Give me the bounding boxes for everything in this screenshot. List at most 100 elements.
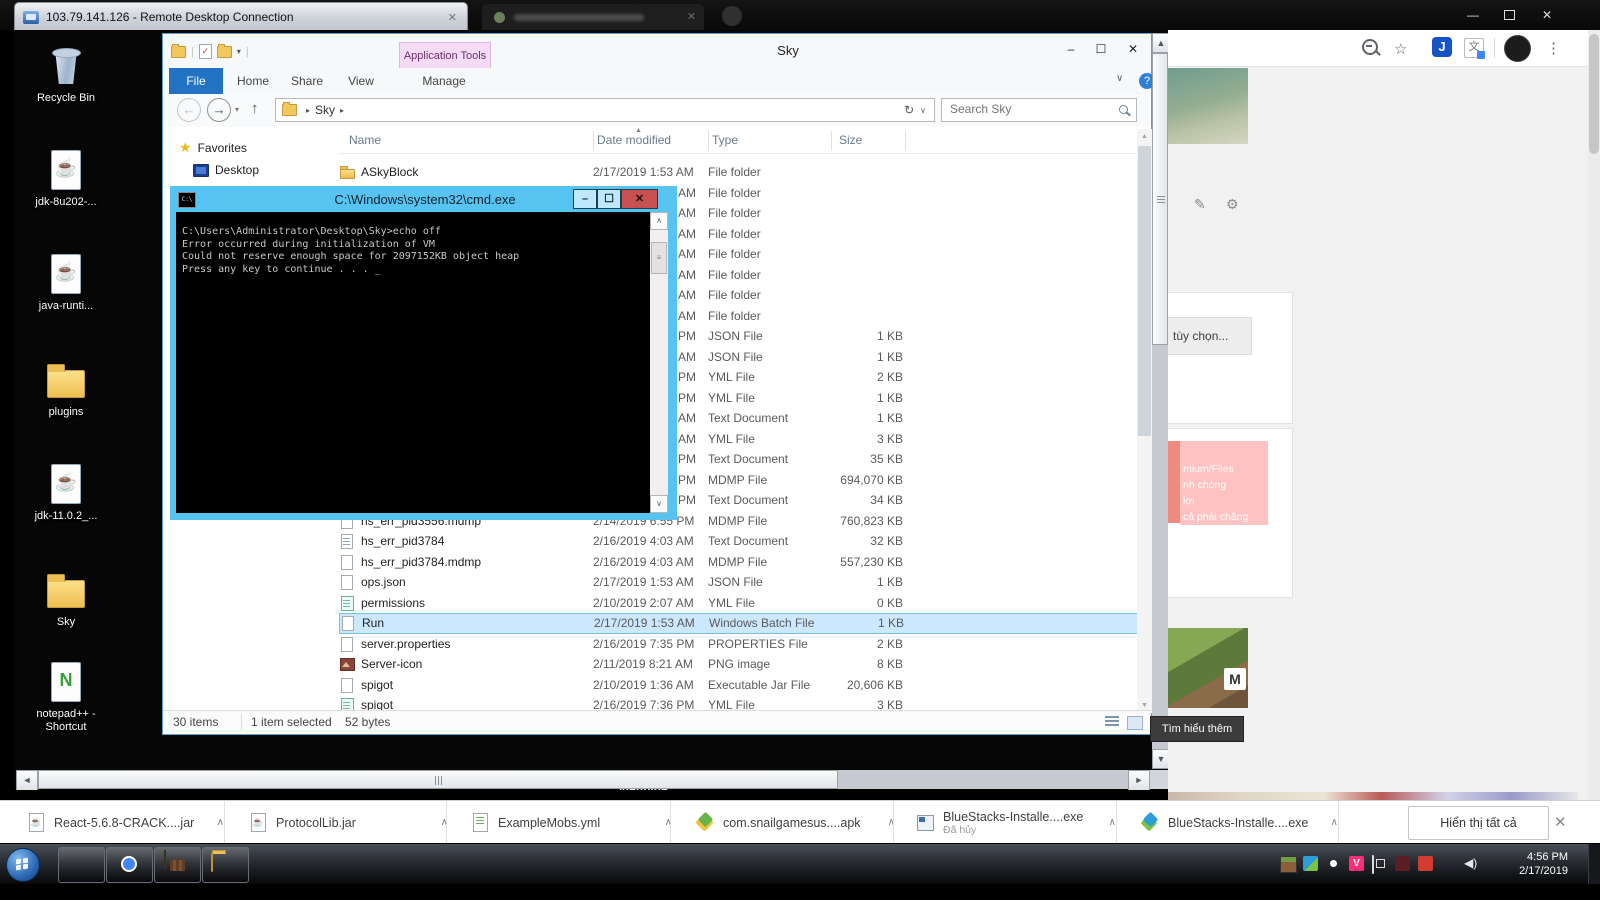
cmd-minimize-button[interactable]: – — [573, 189, 597, 209]
speaker-tray-icon[interactable]: ◀) — [1464, 856, 1479, 871]
taskbar-chrome-button[interactable] — [106, 847, 153, 883]
scroll-up-icon[interactable]: ▲ — [1137, 129, 1152, 144]
folder-icon[interactable] — [217, 46, 232, 58]
window-restore-button[interactable] — [1492, 4, 1526, 26]
address-dropdown-icon[interactable]: ∨ — [920, 106, 926, 115]
tab-file[interactable]: File — [169, 68, 223, 94]
search-box[interactable] — [941, 98, 1137, 122]
console-scrollbar-thumb[interactable]: ≡ — [651, 242, 667, 274]
bookmark-star-icon[interactable]: ☆ — [1394, 40, 1407, 58]
table-row[interactable]: Server-icon2/11/2019 8:21 AMPNG image8 K… — [339, 654, 1139, 675]
scroll-up-icon[interactable]: ▲ — [1152, 33, 1168, 53]
bluestacks-tray-icon[interactable] — [1303, 856, 1318, 871]
file-list-scrollbar-thumb[interactable] — [1138, 146, 1151, 436]
start-button[interactable] — [6, 848, 40, 882]
desktop-icon-recycle-bin[interactable]: Recycle Bin — [26, 44, 106, 105]
table-row[interactable]: ASkyBlock2/17/2019 1:53 AMFile folder — [339, 162, 1139, 183]
column-divider[interactable] — [905, 131, 906, 151]
column-header-date[interactable]: Date modified — [597, 133, 671, 147]
rdp-horizontal-scrollbar[interactable]: ◄ ► — [16, 770, 1150, 789]
crumb-arrow-icon[interactable]: ▸ — [306, 106, 310, 115]
zoom-icon[interactable] — [1362, 39, 1378, 55]
table-row[interactable]: permissions2/10/2019 2:07 AMYML File0 KB — [339, 593, 1139, 614]
rdp-title-bar[interactable]: 103.79.141.126 - Remote Desktop Connecti… — [14, 2, 468, 31]
desktop-icon-jdk-11-0-2[interactable]: jdk-11.0.2_... — [26, 462, 106, 523]
table-row[interactable]: hs_err_pid3784.mdmp2/16/2019 4:03 AMMDMP… — [339, 552, 1139, 573]
download-item[interactable]: ExampleMobs.yml∧ — [472, 801, 672, 844]
folder-icon[interactable] — [171, 46, 186, 58]
download-menu-icon[interactable]: ∧ — [217, 817, 224, 828]
column-divider[interactable] — [708, 131, 709, 151]
details-view-icon[interactable] — [1105, 716, 1119, 728]
search-icon[interactable] — [1119, 105, 1128, 114]
plug-tray-icon[interactable] — [1372, 855, 1374, 874]
table-row[interactable]: ⚙Run2/17/2019 1:53 AMWindows Batch File1… — [339, 613, 1139, 634]
taskbar-rdp-button[interactable] — [58, 847, 105, 883]
download-item[interactable]: BlueStacks-Installe....exeĐã hủy∧ — [917, 801, 1116, 844]
tab-view[interactable]: View — [337, 68, 385, 94]
wrench-icon[interactable]: ⚙ — [1226, 196, 1239, 213]
desktop-icon-notepad-shortcut[interactable]: notepad++ - Shortcut — [26, 660, 106, 734]
new-tab-button[interactable] — [722, 6, 742, 26]
download-item[interactable]: React-5.6.8-CRACK....jar∧ — [28, 801, 224, 844]
window-minimize-button[interactable]: — — [1456, 4, 1490, 26]
tab-share[interactable]: Share — [281, 68, 333, 94]
window-close-button[interactable]: ✕ — [1530, 4, 1564, 26]
translate-icon[interactable]: 文 — [1464, 38, 1484, 58]
rdp-hscroll-thumb[interactable] — [38, 770, 838, 789]
rdp-vscroll-thumb[interactable] — [1152, 53, 1168, 345]
explorer-close-button[interactable]: ✕ — [1116, 38, 1150, 60]
tab-manage[interactable]: Manage — [399, 68, 489, 94]
desktop-icon-plugins[interactable]: plugins — [26, 358, 106, 419]
scroll-down-icon[interactable]: ∨ — [650, 495, 668, 513]
app-red-tray-icon[interactable] — [1418, 856, 1433, 871]
column-divider[interactable] — [831, 131, 832, 151]
rdp-vertical-scrollbar[interactable]: ▲ ▼ — [1152, 33, 1168, 769]
scroll-up-icon[interactable]: ∧ — [650, 212, 668, 230]
column-header-name[interactable]: Name — [349, 133, 381, 147]
address-bar[interactable]: ▸ Sky ▸ ↻ ∨ — [275, 98, 935, 122]
sidebar-item-favorites[interactable]: ★ Favorites — [179, 139, 247, 156]
history-dropdown-icon[interactable]: ▾ — [235, 105, 239, 114]
options-chip[interactable]: tùy chọn... — [1168, 317, 1252, 355]
browser-scrollbar[interactable] — [1588, 30, 1600, 800]
explorer-minimize-button[interactable]: – — [1056, 38, 1086, 60]
qat-dropdown-icon[interactable]: ▾ — [237, 47, 241, 56]
thumbnails-view-icon[interactable] — [1127, 716, 1143, 730]
search-input[interactable] — [948, 101, 1112, 117]
taskbar-clock[interactable]: 4:56 PM 2/17/2019 — [1490, 850, 1568, 878]
cmd-maximize-button[interactable]: ☐ — [597, 189, 621, 209]
cmd-window[interactable]: C:\ C:\Windows\system32\cmd.exe – ☐ ✕ C:… — [170, 186, 677, 520]
ribbon-expand-icon[interactable]: ∨ — [1116, 73, 1123, 84]
cmd-titlebar[interactable]: C:\ C:\Windows\system32\cmd.exe – ☐ ✕ — [170, 186, 677, 212]
refresh-icon[interactable]: ↻ — [904, 103, 914, 117]
application-tools-tab[interactable]: Application Tools — [399, 42, 491, 69]
crumb-arrow-icon[interactable]: ▸ — [340, 106, 344, 115]
file-list-scrollbar[interactable]: ▲ ▼ — [1137, 129, 1152, 713]
console-scrollbar[interactable]: ∧ ≡ ∨ — [650, 212, 668, 513]
sidebar-item-desktop[interactable]: Desktop — [193, 163, 259, 177]
download-item[interactable]: ProtocolLib.jar∧ — [250, 801, 448, 844]
downloads-bar-close-icon[interactable]: ✕ — [1554, 813, 1567, 831]
cmd-close-button[interactable]: ✕ — [621, 189, 658, 209]
tab-close-icon[interactable]: ✕ — [687, 10, 696, 23]
desktop-icon-jdk-8u202[interactable]: jdk-8u202-... — [26, 148, 106, 209]
desktop-icon-java-runti[interactable]: java-runti... — [26, 252, 106, 313]
browser-scrollbar-thumb[interactable] — [1589, 34, 1599, 154]
forward-button[interactable]: → — [207, 98, 231, 122]
table-row[interactable]: ops.json2/17/2019 1:53 AMJSON File1 KB — [339, 572, 1139, 593]
download-menu-icon[interactable]: ∧ — [1109, 817, 1116, 828]
taskbar-minecraft-button[interactable] — [154, 847, 201, 883]
extension-j-icon[interactable]: J — [1432, 37, 1452, 57]
browser-menu-icon[interactable]: ⋮ — [1546, 39, 1561, 57]
app-dark-tray-icon[interactable] — [1395, 856, 1410, 871]
download-item[interactable]: com.snailgamesus....apk∧ — [697, 801, 895, 844]
scroll-down-icon[interactable]: ▼ — [1152, 749, 1168, 769]
column-divider[interactable] — [593, 131, 594, 151]
pencil-icon[interactable]: ✎ — [1194, 196, 1206, 213]
learn-more-tooltip[interactable]: Tìm hiểu thêm — [1150, 716, 1244, 742]
table-row[interactable]: hs_err_pid37842/16/2019 4:03 AMText Docu… — [339, 531, 1139, 552]
tab-home[interactable]: Home — [229, 68, 277, 94]
scroll-right-icon[interactable]: ► — [1128, 770, 1150, 790]
breadcrumb[interactable]: Sky — [315, 103, 335, 117]
